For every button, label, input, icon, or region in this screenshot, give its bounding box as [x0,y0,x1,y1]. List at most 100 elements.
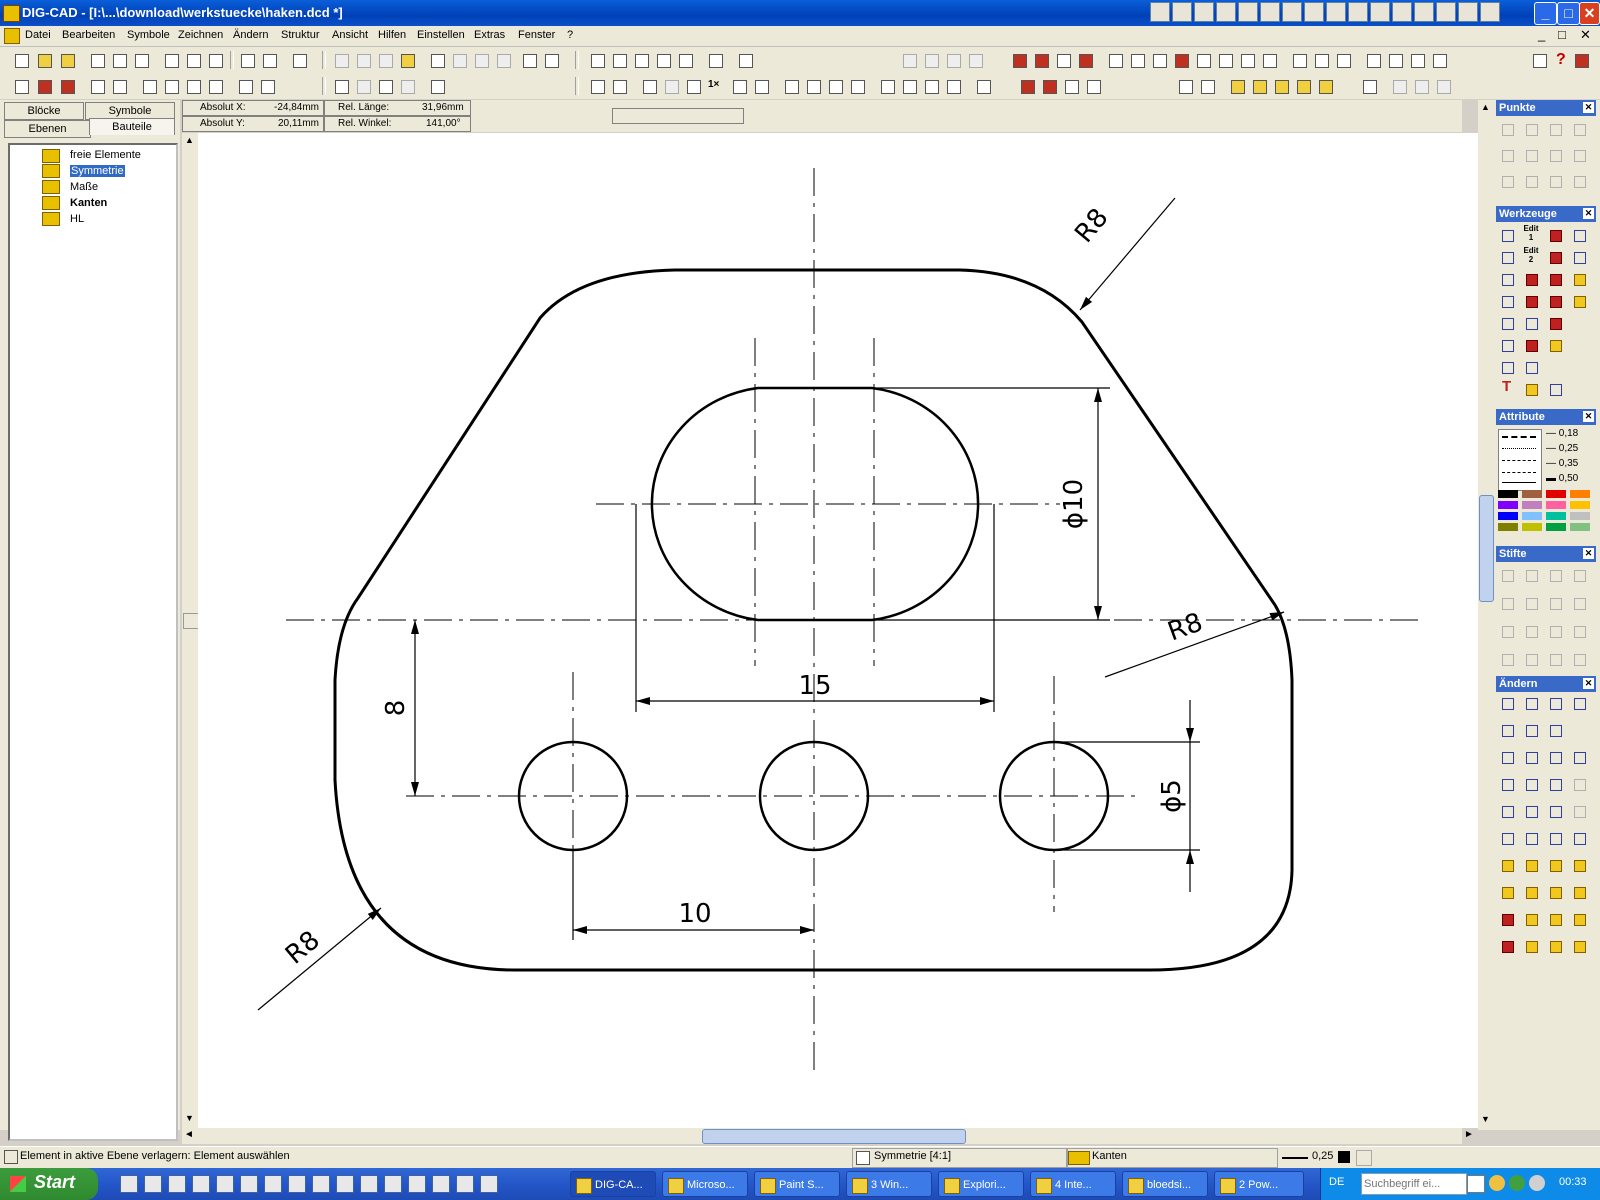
point-tangent-icon[interactable] [1498,172,1516,190]
layer-icon[interactable] [706,51,724,69]
modify-tool-icon[interactable] [1498,721,1516,739]
search-input[interactable] [1361,1173,1467,1195]
quicklaunch-icon[interactable] [360,1175,378,1193]
tray-icon[interactable] [1529,1175,1545,1191]
edit-1-icon[interactable]: Edit 1 [1521,224,1541,242]
point-arc-icon[interactable] [1570,120,1588,138]
undo-icon[interactable] [428,51,446,69]
close-icon[interactable]: ✕ [1583,678,1594,689]
angle-icon[interactable] [654,51,672,69]
color-swatch[interactable] [1498,512,1518,520]
arc-icon[interactable] [1498,336,1516,354]
deselect-icon[interactable] [398,77,416,95]
columns-icon[interactable] [184,77,202,95]
app-shortcut-icon[interactable] [1304,2,1324,22]
split-icon[interactable] [1434,77,1452,95]
bauteil-new-icon[interactable] [1250,77,1268,95]
menu-extras[interactable]: Extras [474,29,505,41]
window-tile-icon[interactable] [1386,51,1404,69]
modify-tool-icon[interactable] [1546,802,1564,820]
pen-15-icon[interactable] [1546,650,1564,668]
close-icon[interactable]: ✕ [1583,208,1594,219]
tool-icon[interactable] [1570,248,1588,266]
app-shortcut-icon[interactable] [1392,2,1412,22]
modify-tool-icon[interactable] [1522,694,1540,712]
move-left-icon[interactable] [110,77,128,95]
scroll-down-icon[interactable]: ▼ [1481,1114,1490,1124]
zoom-8-icon[interactable] [878,77,896,95]
save-as-icon[interactable] [110,51,128,69]
color-swatch[interactable] [1522,490,1542,498]
modify-tool-icon[interactable] [1570,910,1588,928]
manual-icon[interactable] [1572,51,1590,69]
transform-icon[interactable] [1076,51,1094,69]
app-shortcut-icon[interactable] [1436,2,1456,22]
menu-aendern[interactable]: Ändern [233,29,268,41]
modify-tool-icon[interactable] [1570,829,1588,847]
task-powerpoint[interactable]: 2 Pow... [1214,1171,1304,1197]
modify-tool-icon[interactable] [1498,937,1516,955]
cylinder-icon[interactable] [1522,358,1540,376]
tool-icon[interactable] [1546,314,1564,332]
text-icon[interactable] [1172,51,1190,69]
modify-tool-icon[interactable] [1498,829,1516,847]
tool-icon[interactable] [1546,292,1564,310]
grid-icon[interactable] [632,51,650,69]
cancel-icon[interactable] [472,51,490,69]
modify-tool-icon[interactable] [1498,910,1516,928]
menu-struktur[interactable]: Struktur [281,29,320,41]
dimension-tool-icon[interactable] [1522,336,1540,354]
modify-tool-icon[interactable] [1498,694,1516,712]
copy-prop-icon[interactable] [1176,77,1194,95]
app-shortcut-icon[interactable] [1216,2,1236,22]
quicklaunch-icon[interactable] [432,1175,450,1193]
horizontal-scroll-thumb[interactable] [702,1129,966,1144]
language-indicator[interactable]: DE [1329,1176,1344,1188]
tree-item-symmetrie[interactable]: Symmetrie [70,165,125,177]
modify-tool-icon[interactable] [1546,856,1564,874]
task-internet[interactable]: 4 Inte... [1030,1171,1116,1197]
surface-icon[interactable] [1260,51,1278,69]
line-width-018[interactable]: — 0,18 [1546,428,1578,439]
scroll-left-icon[interactable]: ◄ [184,1129,194,1140]
pen-2-icon[interactable] [1522,566,1540,584]
scroll-down-icon[interactable]: ▼ [185,1113,194,1123]
copy-icon[interactable] [354,51,372,69]
line-type-selector[interactable] [1498,429,1542,491]
tool-icon[interactable] [1570,270,1588,288]
edit-2-icon[interactable]: Edit 2 [1521,246,1541,264]
select-arrow-icon[interactable] [1498,226,1516,244]
paste-prop-icon[interactable] [1198,77,1216,95]
tool-icon[interactable] [1546,336,1564,354]
tree-item-freie-elemente[interactable]: freie Elemente [70,149,141,161]
ortho-icon[interactable] [610,51,628,69]
pen-7-icon[interactable] [1546,594,1564,612]
app-shortcut-icon[interactable] [1194,2,1214,22]
modify-tool-icon[interactable] [1522,829,1540,847]
app-shortcut-icon[interactable] [1238,2,1258,22]
scan-icon[interactable] [332,77,350,95]
modify-tool-icon[interactable] [1570,748,1588,766]
draw-freehand-icon[interactable] [610,77,628,95]
modify-tool-icon[interactable] [1546,829,1564,847]
modify-tool-icon[interactable] [1498,748,1516,766]
line-width-025[interactable]: — 0,25 [1546,443,1578,454]
color-swatch[interactable] [1498,523,1518,531]
modify-tool-icon[interactable] [1546,748,1564,766]
tool-icon[interactable] [1546,380,1564,398]
zoom-icon[interactable] [730,77,748,95]
tool-icon[interactable] [1546,270,1564,288]
plot-icon[interactable] [260,51,278,69]
quicklaunch-icon[interactable] [456,1175,474,1193]
modify-tool-icon[interactable] [1570,937,1588,955]
layer-up-icon[interactable] [12,77,30,95]
color-swatch[interactable] [1522,512,1542,520]
point-end-icon[interactable] [1522,146,1540,164]
layer-new-icon[interactable] [35,77,53,95]
hatch-tool-icon[interactable] [1522,380,1540,398]
modify-tool-icon[interactable] [1498,802,1516,820]
app-shortcut-icon[interactable] [1150,2,1170,22]
measure-icon[interactable] [1106,51,1124,69]
polyline-icon[interactable] [1498,270,1516,288]
point-center-icon[interactable] [1522,120,1540,138]
